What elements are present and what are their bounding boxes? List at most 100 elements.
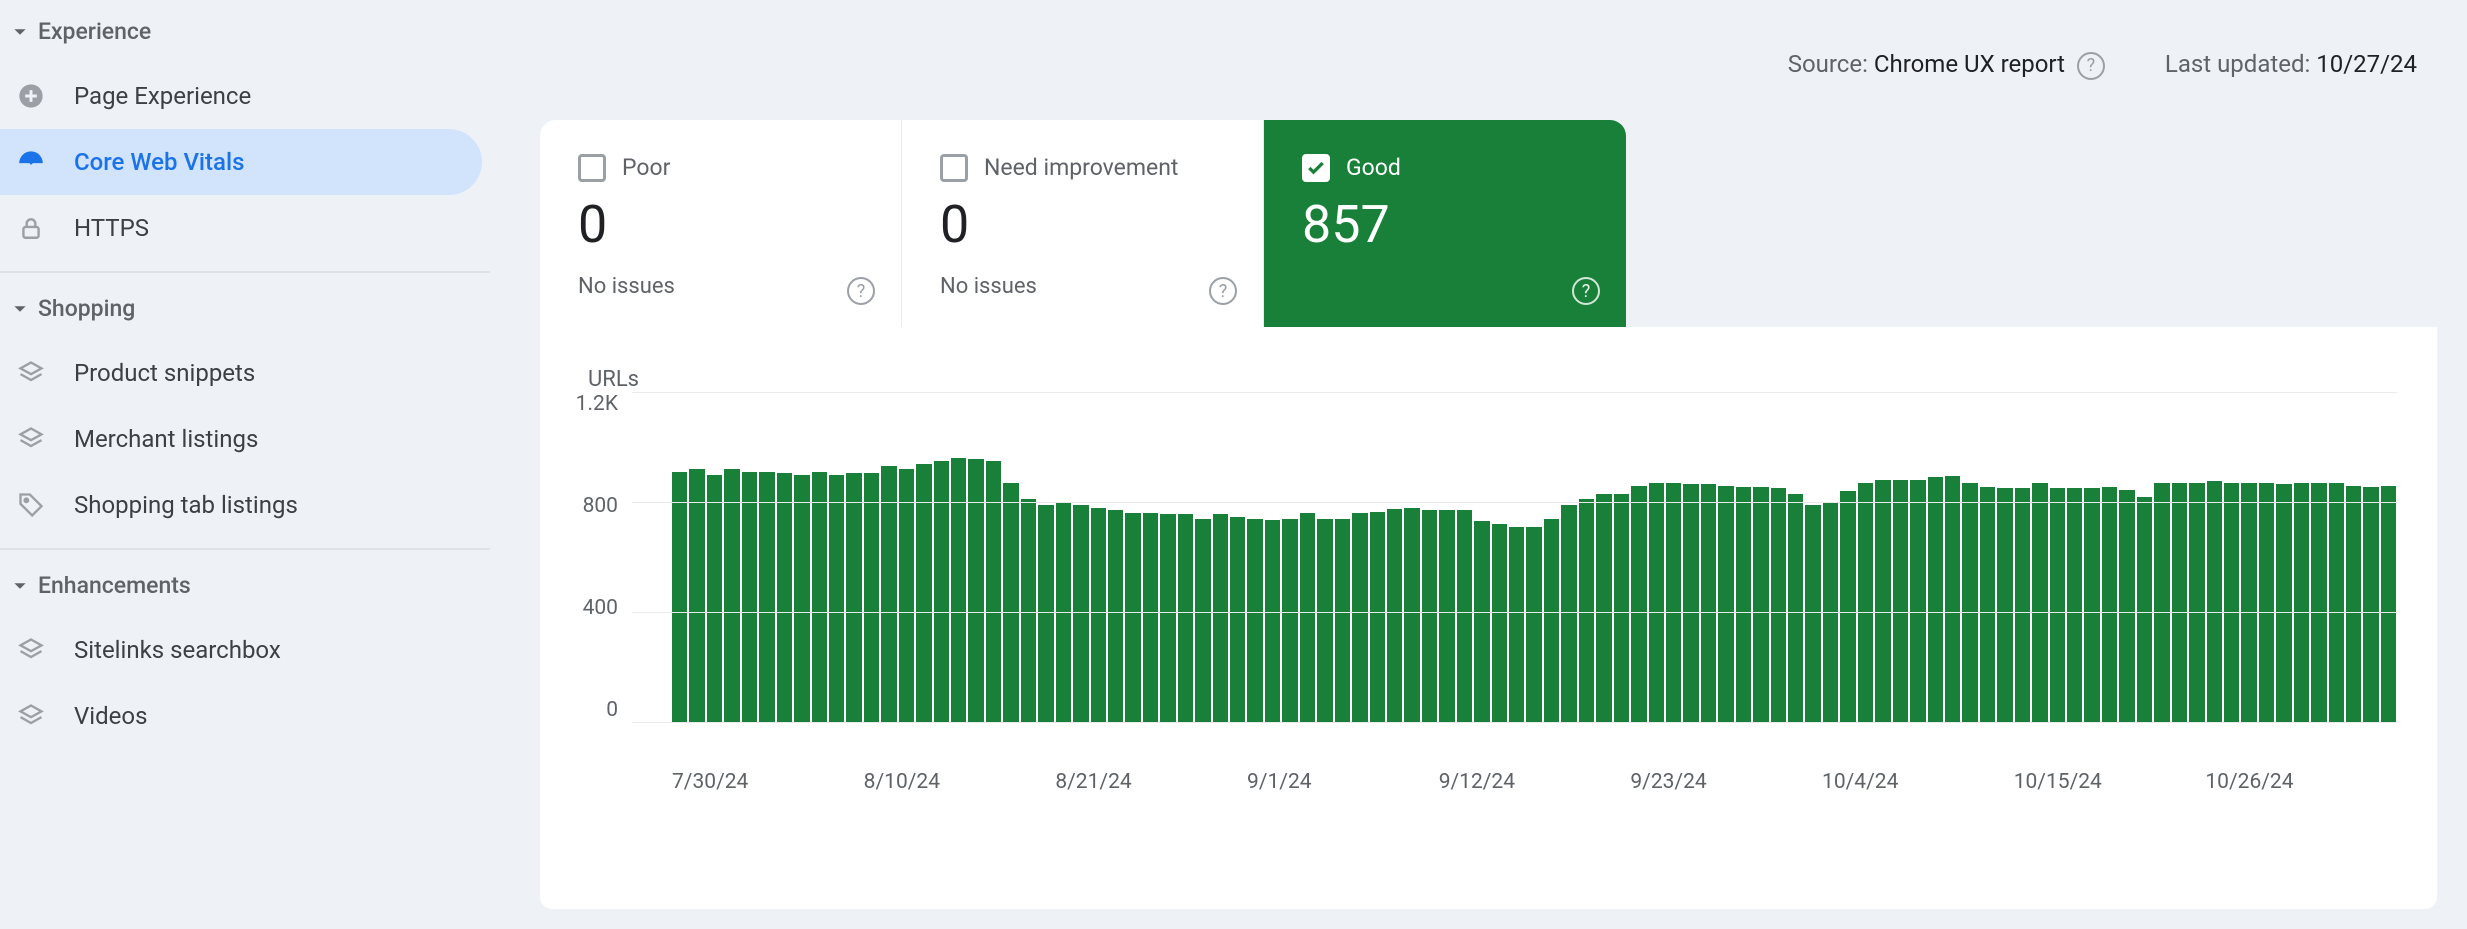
chart-bar[interactable] [846,473,861,722]
nav-section-experience[interactable]: Experience [0,0,490,63]
chart-bar[interactable] [1840,491,1855,722]
chart-bar[interactable] [1753,487,1768,722]
chart-bar[interactable] [1265,520,1280,722]
chart-bar[interactable] [672,472,687,722]
chart-bar[interactable] [1160,514,1175,722]
chart-bar[interactable] [2224,483,2239,722]
sidebar-item-core-web-vitals[interactable]: Core Web Vitals [0,129,482,195]
help-icon[interactable]: ? [847,277,875,305]
chart-bar[interactable] [1718,486,1733,723]
chart-bar[interactable] [1317,519,1332,723]
chart-bar[interactable] [1352,513,1367,722]
chart-bar[interactable] [1631,486,1646,723]
sidebar-item-page-experience[interactable]: Page Experience [0,63,482,129]
chart-bar[interactable] [2102,487,2117,722]
chart-bar[interactable] [1195,519,1210,723]
chart-bar[interactable] [1893,480,1908,722]
chart-plot[interactable] [632,392,2397,722]
chart-bar[interactable] [2207,481,2222,722]
chart-bar[interactable] [1771,488,1786,722]
checkbox-need-improvement[interactable] [940,154,968,182]
chart-bar[interactable] [2259,483,2274,722]
sidebar-item-shopping-tab-listings[interactable]: Shopping tab listings [0,472,482,538]
chart-bar[interactable] [1387,509,1402,722]
chart-bar[interactable] [1736,487,1751,722]
sidebar-item-videos[interactable]: Videos [0,683,482,749]
chart-bar[interactable] [689,469,704,722]
chart-bar[interactable] [1474,521,1489,722]
chart-bar[interactable] [899,469,914,722]
chart-bar[interactable] [1875,480,1890,722]
chart-bar[interactable] [986,461,1001,722]
chart-bar[interactable] [1404,508,1419,723]
chart-bar[interactable] [1962,483,1977,722]
chart-bar[interactable] [968,459,983,722]
chart-bar[interactable] [864,473,879,722]
chart-bar[interactable] [724,469,739,722]
chart-bar[interactable] [759,472,774,722]
chart-bar[interactable] [881,466,896,722]
chart-bar[interactable] [1091,508,1106,723]
sidebar-item-sitelinks-searchbox[interactable]: Sitelinks searchbox [0,617,482,683]
sidebar-item-product-snippets[interactable]: Product snippets [0,340,482,406]
chart-bar[interactable] [1614,494,1629,722]
chart-bar[interactable] [2050,488,2065,722]
nav-section-shopping[interactable]: Shopping [0,277,490,340]
chart-bar[interactable] [2311,483,2326,722]
chart-bar[interactable] [1544,519,1559,723]
chart-bar[interactable] [1282,519,1297,723]
chart-bar[interactable] [2346,486,2361,723]
help-icon[interactable]: ? [1572,277,1600,305]
chart-bar[interactable] [1683,484,1698,722]
chart-bar[interactable] [742,472,757,722]
chart-bar[interactable] [1021,499,1036,722]
sidebar-item-https[interactable]: HTTPS [0,195,482,261]
chart-bar[interactable] [1439,510,1454,722]
nav-section-enhancements[interactable]: Enhancements [0,554,490,617]
chart-bar[interactable] [2032,483,2047,722]
chart-bar[interactable] [1509,527,1524,722]
chart-bar[interactable] [777,473,792,722]
chart-bar[interactable] [1596,494,1611,722]
chart-bar[interactable] [2241,483,2256,722]
help-icon[interactable]: ? [2077,52,2105,80]
chart-bar[interactable] [1335,519,1350,723]
chart-bar[interactable] [1143,513,1158,722]
chart-bar[interactable] [1997,488,2012,722]
chart-bar[interactable] [1125,513,1140,722]
chart-bar[interactable] [1073,505,1088,722]
chart-bar[interactable] [2015,488,2030,722]
chart-bar[interactable] [2137,497,2152,723]
chart-bar[interactable] [794,475,809,723]
chart-bar[interactable] [1928,477,1943,722]
chart-bar[interactable] [2329,483,2344,722]
card-need-improvement[interactable]: Need improvement 0 No issues ? [902,120,1264,327]
checkbox-good[interactable] [1302,154,1330,182]
chart-bar[interactable] [1108,510,1123,722]
chart-bar[interactable] [951,458,966,722]
chart-bar[interactable] [1422,510,1437,722]
chart-bar[interactable] [1910,480,1925,722]
chart-bar[interactable] [2189,483,2204,722]
chart-bar[interactable] [1038,505,1053,722]
chart-bar[interactable] [2363,487,2378,722]
chart-bar[interactable] [1805,505,1820,722]
chart-bar[interactable] [1858,483,1873,722]
chart-bar[interactable] [1247,519,1262,723]
chart-bar[interactable] [1980,487,1995,722]
chart-bar[interactable] [2172,483,2187,722]
chart-bar[interactable] [707,475,722,723]
chart-bar[interactable] [1370,512,1385,722]
chart-bar[interactable] [1457,510,1472,722]
chart-bar[interactable] [2276,484,2291,722]
sidebar-item-merchant-listings[interactable]: Merchant listings [0,406,482,472]
chart-bar[interactable] [829,475,844,723]
checkbox-poor[interactable] [578,154,606,182]
chart-bar[interactable] [2294,483,2309,722]
chart-bar[interactable] [1178,514,1193,722]
chart-bar[interactable] [1945,476,1960,722]
chart-bar[interactable] [812,472,827,722]
chart-bar[interactable] [2154,483,2169,722]
chart-bar[interactable] [1230,517,1245,722]
card-poor[interactable]: Poor 0 No issues ? [540,120,902,327]
